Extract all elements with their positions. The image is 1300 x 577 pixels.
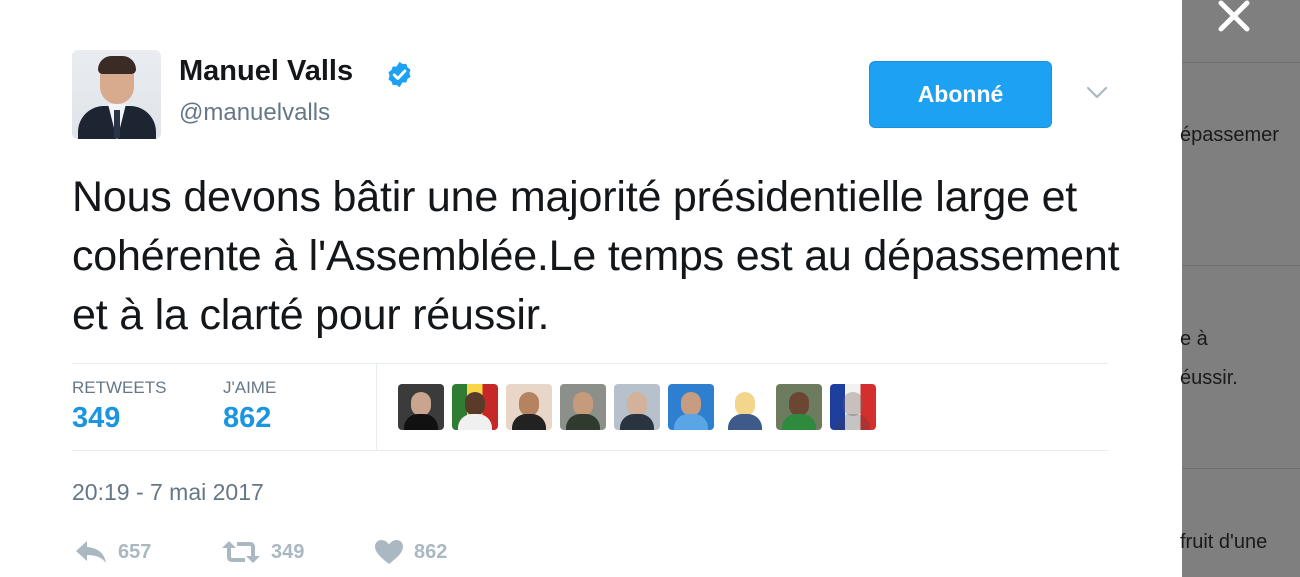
background-overlay[interactable] bbox=[1182, 0, 1300, 577]
retweets-count[interactable]: 349 bbox=[72, 402, 120, 435]
tweet-panel: Manuel Valls @manuelvalls Abonné Nous de… bbox=[0, 0, 1182, 577]
stats-divider bbox=[376, 364, 377, 450]
liker-head bbox=[681, 392, 701, 416]
chevron-down-icon[interactable] bbox=[1085, 83, 1109, 103]
liker-body bbox=[674, 414, 708, 430]
liker-avatar[interactable] bbox=[722, 384, 768, 430]
overlay-divider bbox=[1182, 265, 1300, 266]
liker-avatar[interactable] bbox=[452, 384, 498, 430]
liker-avatar[interactable] bbox=[560, 384, 606, 430]
liker-head bbox=[789, 392, 809, 416]
likes-label[interactable]: J'AIME bbox=[223, 378, 276, 398]
liker-head bbox=[843, 392, 863, 416]
liker-body bbox=[836, 414, 870, 430]
liker-avatar[interactable] bbox=[614, 384, 660, 430]
follow-button[interactable]: Abonné bbox=[869, 61, 1052, 128]
like-count: 862 bbox=[414, 540, 448, 563]
reply-count: 657 bbox=[118, 540, 152, 563]
background-text: fruit d'une bbox=[1180, 531, 1268, 553]
liker-body bbox=[566, 414, 600, 430]
avatar[interactable] bbox=[72, 50, 161, 139]
overlay-divider bbox=[1182, 468, 1300, 469]
retweet-count: 349 bbox=[271, 540, 305, 563]
display-name[interactable]: Manuel Valls bbox=[179, 55, 353, 88]
tweet-timestamp[interactable]: 20:19 - 7 mai 2017 bbox=[72, 479, 264, 506]
background-text: e à bbox=[1180, 328, 1208, 350]
liker-head bbox=[519, 392, 539, 416]
liker-head bbox=[627, 392, 647, 416]
verified-badge-icon bbox=[388, 61, 411, 88]
liker-avatar[interactable] bbox=[776, 384, 822, 430]
liker-body bbox=[620, 414, 654, 430]
liker-body bbox=[458, 414, 492, 430]
reply-button[interactable]: 657 bbox=[74, 537, 151, 567]
like-button[interactable]: 862 bbox=[374, 537, 447, 567]
overlay-divider bbox=[1182, 62, 1300, 63]
close-icon[interactable] bbox=[1213, 0, 1255, 34]
liker-avatar[interactable] bbox=[830, 384, 876, 430]
retweets-label[interactable]: RETWEETS bbox=[72, 378, 166, 398]
retweet-button[interactable]: 349 bbox=[221, 537, 304, 567]
liker-head bbox=[573, 392, 593, 416]
likes-count[interactable]: 862 bbox=[223, 402, 271, 435]
liker-head bbox=[465, 392, 485, 416]
liker-avatars bbox=[398, 384, 876, 430]
divider bbox=[72, 363, 1108, 364]
liker-head bbox=[735, 392, 755, 416]
liker-body bbox=[728, 414, 762, 430]
background-text: épassemer bbox=[1180, 124, 1279, 146]
liker-body bbox=[782, 414, 816, 430]
liker-head bbox=[411, 392, 431, 416]
liker-body bbox=[404, 414, 438, 430]
user-handle[interactable]: @manuelvalls bbox=[179, 99, 330, 127]
tweet-text: Nous devons bâtir une majorité président… bbox=[72, 173, 1120, 339]
background-text: éussir. bbox=[1180, 367, 1238, 389]
liker-avatar[interactable] bbox=[398, 384, 444, 430]
liker-avatar[interactable] bbox=[506, 384, 552, 430]
liker-body bbox=[512, 414, 546, 430]
divider bbox=[72, 450, 1108, 451]
avatar-tie bbox=[114, 110, 120, 138]
liker-avatar[interactable] bbox=[668, 384, 714, 430]
avatar-hair bbox=[98, 56, 136, 74]
heart-icon bbox=[375, 540, 403, 564]
reply-icon bbox=[76, 541, 106, 563]
retweet-icon bbox=[222, 541, 260, 563]
